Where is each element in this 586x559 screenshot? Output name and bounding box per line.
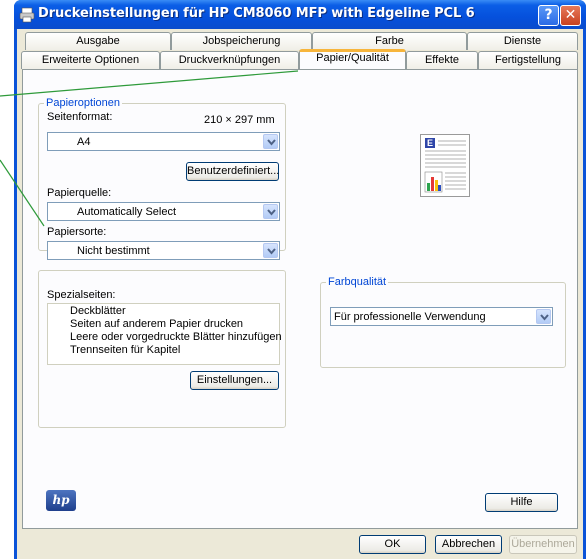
tab-panel-papier-qualitaet: Papieroptionen Seitenformat: 210 × 297 m… — [22, 69, 578, 529]
preview-document-icon — [424, 140, 466, 193]
page-preview: E — [420, 134, 470, 197]
window-title: Druckeinstellungen für HP CM8060 MFP wit… — [38, 6, 475, 21]
list-item[interactable]: Trennseiten für Kapitel — [70, 344, 180, 356]
tab-farbe[interactable]: Farbe — [312, 32, 467, 50]
paper-type-value: Nicht bestimmt — [77, 245, 150, 257]
tab-dienste[interactable]: Dienste — [467, 32, 578, 50]
chevron-down-icon[interactable] — [263, 134, 278, 149]
page-size-dimensions: 210 × 297 mm — [204, 114, 275, 126]
page-size-label: Seitenformat: — [47, 111, 113, 123]
special-pages-settings-button[interactable]: Einstellungen... — [190, 371, 279, 390]
help-button[interactable]: Hilfe — [485, 493, 558, 512]
tab-jobspeicherung[interactable]: Jobspeicherung — [171, 32, 312, 50]
paper-source-label: Papierquelle: — [47, 187, 112, 199]
tab-fertigstellung[interactable]: Fertigstellung — [478, 51, 578, 69]
color-quality-label: Farbqualität — [326, 276, 389, 288]
tab-erweiterte-optionen[interactable]: Erweiterte Optionen — [21, 51, 160, 69]
cancel-button[interactable]: Abbrechen — [435, 535, 502, 554]
chevron-down-icon[interactable] — [263, 204, 278, 219]
list-item[interactable]: Leere oder vorgedruckte Blätter hinzufüg… — [70, 331, 282, 343]
title-bar: Druckeinstellungen für HP CM8060 MFP wit… — [14, 0, 586, 29]
page-size-select[interactable]: A4 — [47, 132, 280, 151]
title-close-button[interactable]: ✕ — [560, 5, 581, 26]
chevron-down-icon[interactable] — [263, 243, 278, 258]
color-quality-select[interactable]: Für professionelle Verwendung — [330, 307, 553, 326]
list-item[interactable]: Seiten auf anderem Papier drucken — [70, 318, 243, 330]
custom-size-button[interactable]: Benutzerdefiniert... — [186, 162, 279, 181]
title-help-button[interactable]: ? — [538, 5, 559, 26]
chevron-down-icon[interactable] — [536, 309, 551, 324]
tab-papier-qualitaet[interactable]: Papier/Qualität — [299, 49, 406, 69]
ok-button[interactable]: OK — [359, 535, 426, 554]
special-pages-list[interactable]: Deckblätter Seiten auf anderem Papier dr… — [47, 303, 282, 365]
dialog-client-area: Ausgabe Jobspeicherung Farbe Dienste Erw… — [17, 29, 583, 559]
apply-button: Übernehmen — [509, 535, 577, 554]
printer-icon — [19, 7, 35, 23]
page-size-value: A4 — [77, 136, 91, 148]
paper-type-label: Papiersorte: — [47, 226, 107, 238]
paper-options-label: Papieroptionen — [44, 97, 123, 109]
special-pages-label: Spezialseiten: — [47, 289, 116, 301]
color-quality-value: Für professionelle Verwendung — [334, 311, 486, 323]
tab-druckverknuepfungen[interactable]: Druckverknüpfungen — [160, 51, 299, 69]
tab-ausgabe[interactable]: Ausgabe — [25, 32, 171, 50]
printer-preferences-window: Druckeinstellungen für HP CM8060 MFP wit… — [14, 0, 586, 559]
paper-source-select[interactable]: Automatically Select — [47, 202, 280, 221]
hp-logo: hp — [46, 490, 76, 511]
paper-type-select[interactable]: Nicht bestimmt — [47, 241, 280, 260]
tab-effekte[interactable]: Effekte — [406, 51, 478, 69]
paper-source-value: Automatically Select — [77, 206, 177, 218]
list-item[interactable]: Deckblätter — [70, 305, 126, 317]
